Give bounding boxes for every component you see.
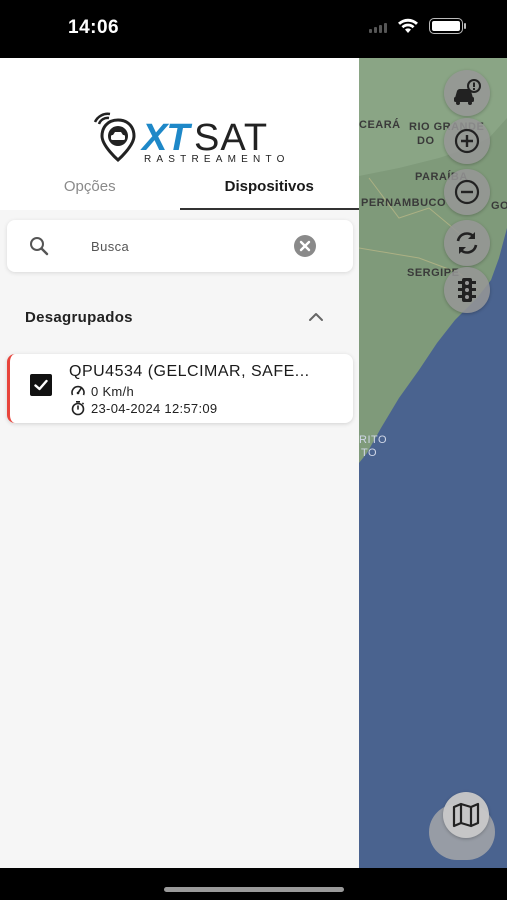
device-speed-row: 0 Km/h bbox=[70, 383, 134, 399]
map-label-ceara: CEARÁ bbox=[359, 119, 401, 131]
bottom-bar bbox=[0, 868, 507, 900]
map-type-button[interactable] bbox=[443, 792, 489, 838]
tab-bar: Opções Dispositivos bbox=[0, 170, 359, 210]
drawer-header: XT SAT RASTREAMENTO Opções Dispositivos bbox=[0, 58, 359, 210]
car-alert-icon bbox=[454, 79, 481, 105]
logo-subtitle: RASTREAMENTO bbox=[144, 154, 290, 165]
group-title: Desagrupados bbox=[25, 309, 133, 326]
refresh-icon bbox=[456, 232, 478, 254]
chevron-up-icon[interactable] bbox=[305, 306, 327, 328]
device-timestamp: 23-04-2024 12:57:09 bbox=[91, 400, 218, 416]
traffic-light-icon bbox=[458, 278, 476, 302]
logo-pin-icon bbox=[93, 112, 136, 162]
map-label-do: DO bbox=[417, 135, 435, 147]
traffic-button[interactable] bbox=[444, 267, 490, 313]
speedometer-icon bbox=[71, 385, 85, 396]
search-input[interactable] bbox=[91, 234, 281, 258]
side-drawer: XT SAT RASTREAMENTO Opções Dispositivos … bbox=[0, 58, 359, 868]
car-alert-button[interactable] bbox=[444, 70, 490, 116]
clear-search-icon[interactable] bbox=[293, 234, 317, 258]
tab-dispositivos[interactable]: Dispositivos bbox=[179, 170, 360, 210]
map-label-to: TO bbox=[361, 447, 378, 459]
wifi-icon bbox=[398, 18, 418, 33]
battery-icon bbox=[429, 18, 466, 34]
home-indicator[interactable] bbox=[164, 887, 344, 892]
map-icon bbox=[452, 802, 480, 828]
device-item[interactable]: QPU4534 (GELCIMAR, SAFE... 0 Km/h 23-04-… bbox=[7, 354, 353, 423]
zoom-out-icon bbox=[454, 179, 480, 205]
status-icons bbox=[369, 18, 466, 34]
zoom-out-button[interactable] bbox=[444, 169, 490, 215]
zoom-in-icon bbox=[454, 128, 480, 154]
search-bar bbox=[7, 220, 353, 272]
xtsat-logo: XT SAT RASTREAMENTO bbox=[90, 110, 284, 170]
map-label-rito: RITO bbox=[359, 434, 388, 446]
group-header-desagrupados[interactable]: Desagrupados bbox=[0, 300, 359, 336]
search-icon bbox=[30, 237, 49, 256]
zoom-in-button[interactable] bbox=[444, 118, 490, 164]
checkmark-icon bbox=[34, 379, 48, 391]
tab-opcoes[interactable]: Opções bbox=[0, 170, 180, 210]
map-label-go: GO bbox=[491, 200, 507, 212]
map-label-pernambuco: PERNAMBUCO bbox=[361, 197, 447, 209]
status-bar: 14:06 bbox=[0, 0, 507, 58]
status-time: 14:06 bbox=[68, 17, 120, 38]
device-name: QPU4534 (GELCIMAR, SAFE... bbox=[69, 363, 310, 380]
cellular-signal-icon bbox=[369, 19, 387, 33]
device-time-row: 23-04-2024 12:57:09 bbox=[70, 400, 217, 416]
device-checkbox[interactable] bbox=[30, 374, 52, 396]
refresh-button[interactable] bbox=[444, 220, 490, 266]
stopwatch-icon bbox=[71, 401, 85, 416]
device-speed: 0 Km/h bbox=[91, 383, 134, 399]
